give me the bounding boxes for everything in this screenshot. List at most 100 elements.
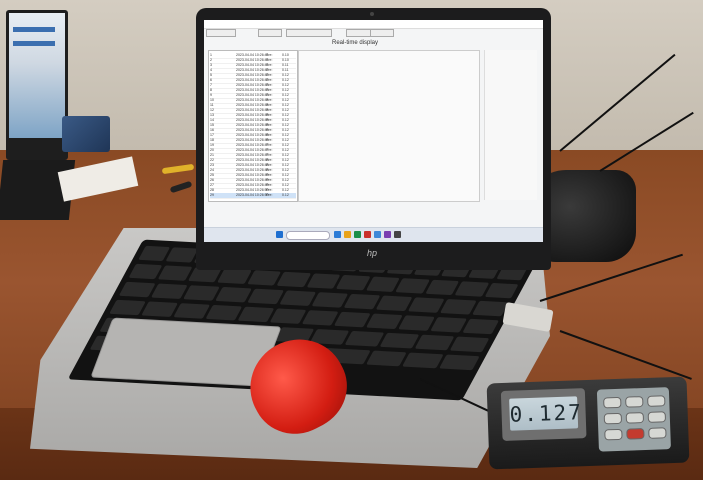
- app-icon[interactable]: [334, 231, 341, 238]
- taskbar-search-input[interactable]: [286, 231, 330, 240]
- key[interactable]: [379, 332, 420, 349]
- key[interactable]: [439, 299, 477, 315]
- table-cell: 27: [210, 183, 214, 187]
- key[interactable]: [276, 271, 312, 288]
- key[interactable]: [449, 336, 490, 353]
- key[interactable]: [365, 276, 401, 292]
- left-monitor-screen: [9, 13, 65, 138]
- key[interactable]: [183, 285, 220, 301]
- key[interactable]: [395, 278, 430, 294]
- key[interactable]: [366, 313, 403, 330]
- meter-power-button[interactable]: [626, 428, 645, 440]
- key[interactable]: [237, 306, 275, 323]
- key[interactable]: [336, 274, 371, 291]
- key[interactable]: [158, 265, 193, 281]
- key[interactable]: [343, 293, 381, 310]
- toolbar-button[interactable]: [206, 29, 236, 37]
- hp-logo: hp: [366, 248, 377, 258]
- table-cell: 0.12: [282, 183, 289, 187]
- meter-button[interactable]: [648, 427, 667, 439]
- key[interactable]: [414, 334, 455, 351]
- folder-icon[interactable]: [344, 231, 351, 238]
- key[interactable]: [425, 279, 460, 296]
- toolbar-button[interactable]: [286, 29, 332, 37]
- table-cell: Pre:: [266, 133, 273, 137]
- key[interactable]: [344, 330, 385, 347]
- key[interactable]: [454, 281, 489, 297]
- table-cell: 2023-04-04 10:26:47: [236, 143, 269, 147]
- table-cell: 0.12: [282, 178, 289, 182]
- key[interactable]: [205, 304, 243, 321]
- key[interactable]: [301, 310, 339, 326]
- table-cell: Pre:: [266, 163, 273, 167]
- toolbar-button[interactable]: [370, 29, 394, 37]
- table-cell: Pre:: [266, 63, 273, 67]
- table-cell: 0.10: [282, 53, 289, 57]
- table-cell: Pre:: [266, 83, 273, 87]
- meter-button[interactable]: [625, 412, 645, 424]
- table-cell: 4: [210, 68, 212, 72]
- key[interactable]: [247, 270, 282, 286]
- realtime-plot: [298, 50, 480, 202]
- key[interactable]: [217, 268, 252, 284]
- meter-button[interactable]: [604, 428, 623, 441]
- meter-button[interactable]: [647, 411, 667, 423]
- table-cell: 2023-04-04 10:26:47: [236, 153, 269, 157]
- table-cell: 2023-04-04 10:26:45: [236, 123, 269, 127]
- key[interactable]: [407, 297, 445, 313]
- table-cell: 2023-04-04 10:26:43: [236, 83, 269, 87]
- key[interactable]: [365, 350, 407, 367]
- browser-icon[interactable]: [374, 231, 381, 238]
- table-cell: Pre:: [266, 68, 273, 72]
- key[interactable]: [462, 318, 500, 335]
- key[interactable]: [333, 311, 371, 328]
- table-cell: 2023-04-04 10:26:46: [236, 138, 269, 142]
- key[interactable]: [247, 288, 285, 305]
- key[interactable]: [398, 315, 435, 331]
- key[interactable]: [118, 281, 156, 298]
- table-cell: 17: [210, 133, 214, 137]
- key[interactable]: [306, 273, 341, 289]
- key[interactable]: [141, 301, 178, 318]
- key[interactable]: [375, 295, 413, 312]
- right-panel: [484, 50, 537, 200]
- app-icon[interactable]: [364, 231, 371, 238]
- meter-button[interactable]: [603, 396, 622, 409]
- meter-button[interactable]: [647, 395, 666, 407]
- key[interactable]: [150, 283, 188, 300]
- app-icon[interactable]: [354, 231, 361, 238]
- table-cell: 0.12: [282, 158, 289, 162]
- table-cell: 0.12: [282, 148, 289, 152]
- table-cell: 0.12: [282, 78, 289, 82]
- meter-button[interactable]: [625, 396, 644, 408]
- app-icon[interactable]: [394, 231, 401, 238]
- table-cell: 2023-04-04 10:26:47: [236, 148, 269, 152]
- key[interactable]: [402, 352, 444, 369]
- table-cell: 0.12: [282, 83, 289, 87]
- key[interactable]: [173, 303, 211, 319]
- table-cell: 29: [210, 193, 214, 197]
- table-row[interactable]: 29 2023-04-04 10:26:50 Pre: 0.12: [210, 193, 296, 199]
- key[interactable]: [165, 247, 198, 263]
- table-cell: 0.12: [282, 153, 289, 157]
- table-cell: 12: [210, 108, 214, 112]
- meter-button[interactable]: [603, 412, 623, 425]
- chart-title: Real-time display: [332, 40, 379, 46]
- key[interactable]: [215, 286, 252, 303]
- app-icon[interactable]: [384, 231, 391, 238]
- table-cell: Pre:: [266, 158, 273, 162]
- key[interactable]: [430, 317, 467, 333]
- table-cell: 2023-04-04 10:26:45: [236, 113, 269, 117]
- key[interactable]: [269, 308, 307, 324]
- windows-taskbar: [204, 227, 543, 242]
- key[interactable]: [109, 299, 146, 316]
- start-icon[interactable]: [276, 231, 283, 238]
- screen-block: [13, 27, 55, 32]
- key[interactable]: [128, 263, 163, 280]
- key[interactable]: [484, 282, 519, 299]
- key[interactable]: [438, 354, 480, 371]
- toolbar-button[interactable]: [258, 29, 282, 37]
- table-cell: Pre:: [266, 128, 273, 132]
- key[interactable]: [311, 292, 349, 308]
- key[interactable]: [279, 290, 317, 306]
